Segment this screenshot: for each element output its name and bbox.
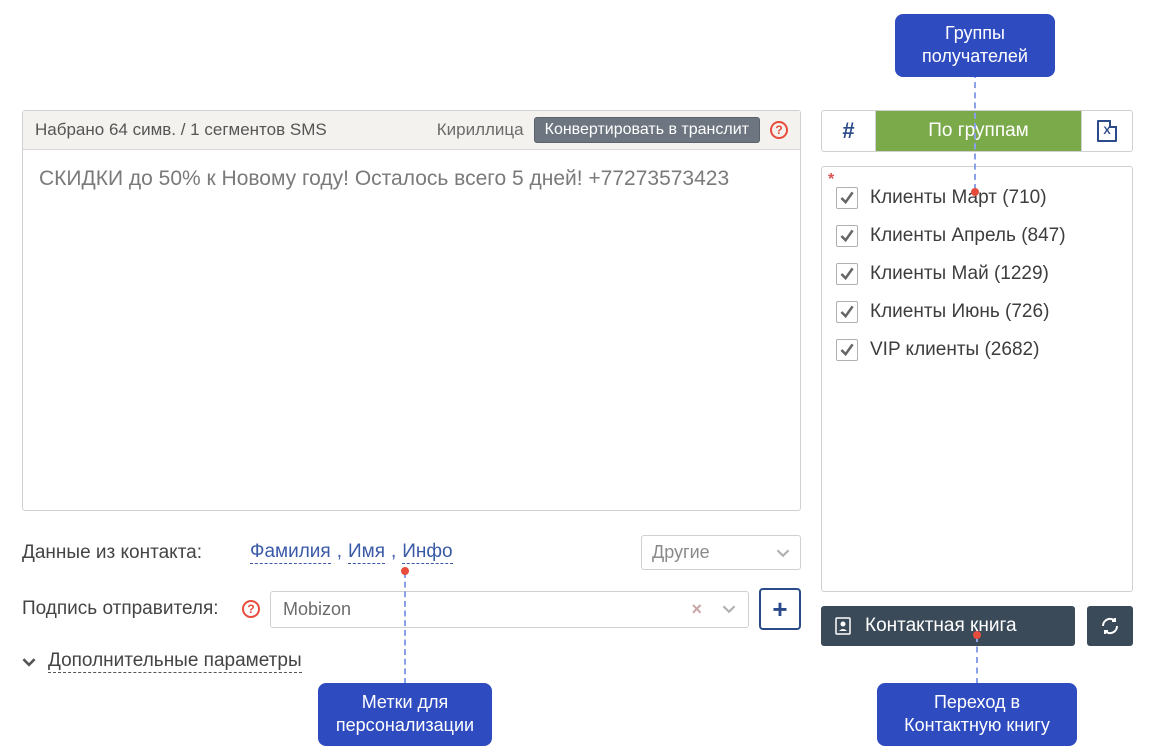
checkbox[interactable]	[836, 225, 858, 247]
chevron-down-icon	[722, 602, 736, 616]
group-item[interactable]: Клиенты Май (1229)	[832, 255, 1122, 293]
group-label: Клиенты Апрель (847)	[870, 225, 1066, 247]
groups-list: * Клиенты Март (710) Клиенты Апрель (847)…	[821, 166, 1133, 592]
field-info[interactable]: Инфо	[402, 541, 452, 564]
message-composer: Набрано 64 симв. / 1 сегментов SMS Кирил…	[22, 110, 801, 511]
recipient-tabs: # По группам X	[821, 110, 1133, 152]
sender-label: Подпись отправителя:	[22, 598, 232, 620]
checkbox[interactable]	[836, 339, 858, 361]
group-label: Клиенты Март (710)	[870, 187, 1047, 209]
personalization-fields: Фамилия, Имя, Инфо	[250, 541, 453, 564]
group-item[interactable]: Клиенты Апрель (847)	[832, 217, 1122, 255]
refresh-button[interactable]	[1087, 606, 1133, 646]
group-label: Клиенты Май (1229)	[870, 263, 1049, 285]
checkbox[interactable]	[836, 263, 858, 285]
group-label: Клиенты Июнь (726)	[870, 301, 1049, 323]
char-count-status: Набрано 64 симв. / 1 сегментов SMS	[35, 120, 327, 140]
group-item[interactable]: Клиенты Март (710)	[832, 179, 1122, 217]
checkbox[interactable]	[836, 187, 858, 209]
tooltip-personalization: Метки для персонализации	[318, 683, 492, 746]
advanced-toggle[interactable]: Дополнительные параметры	[22, 650, 801, 673]
tab-by-groups[interactable]: По группам	[876, 111, 1082, 151]
message-textarea[interactable]: СКИДКИ до 50% к Новому году! Осталось вс…	[23, 150, 800, 510]
translit-button[interactable]: Конвертировать в транслит	[534, 117, 760, 143]
chevron-down-icon	[776, 546, 790, 560]
contact-data-label: Данные из контакта:	[22, 542, 232, 564]
required-asterisk: *	[828, 171, 834, 189]
tooltip-contacts: Переход в Контактную книгу	[877, 683, 1077, 746]
help-icon[interactable]: ?	[770, 121, 788, 139]
message-header: Набрано 64 симв. / 1 сегментов SMS Кирил…	[23, 111, 800, 150]
clear-icon[interactable]: ×	[691, 599, 702, 620]
excel-file-icon: X	[1097, 120, 1117, 142]
sender-row: Подпись отправителя: ? Mobizon × +	[22, 588, 801, 630]
group-item[interactable]: Клиенты Июнь (726)	[832, 293, 1122, 331]
help-icon[interactable]: ?	[242, 600, 260, 618]
group-label: VIP клиенты (2682)	[870, 339, 1039, 361]
group-item[interactable]: VIP клиенты (2682)	[832, 331, 1122, 369]
other-fields-select[interactable]: Другие	[641, 535, 801, 570]
tab-by-file[interactable]: X	[1082, 111, 1132, 151]
field-lastname[interactable]: Фамилия	[250, 541, 331, 564]
checkbox[interactable]	[836, 301, 858, 323]
address-book-icon	[833, 616, 853, 636]
contacts-book-button[interactable]: Контактная книга	[821, 606, 1075, 646]
chevron-down-icon	[22, 655, 36, 669]
contact-data-row: Данные из контакта: Фамилия, Имя, Инфо Д…	[22, 535, 801, 570]
script-label: Кириллица	[437, 120, 524, 140]
tab-by-number[interactable]: #	[822, 111, 876, 151]
field-firstname[interactable]: Имя	[348, 541, 385, 564]
refresh-icon	[1100, 616, 1120, 636]
sender-select[interactable]: Mobizon ×	[270, 591, 749, 628]
add-sender-button[interactable]: +	[759, 588, 801, 630]
